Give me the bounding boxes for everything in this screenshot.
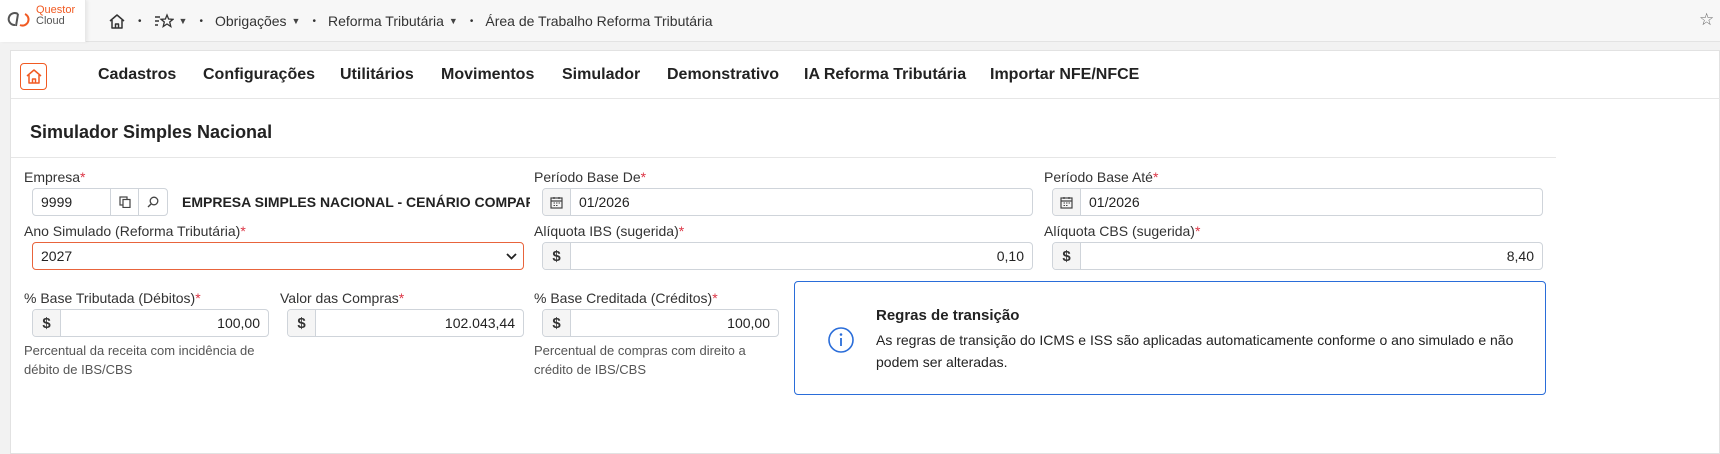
empresa-label: Empresa* xyxy=(24,169,86,185)
search-button[interactable] xyxy=(139,189,167,215)
breadcrumb-item-reforma[interactable]: Reforma Tributária ▼ xyxy=(328,13,458,29)
title-divider xyxy=(11,157,1556,158)
ano-simulado-select[interactable]: 2027 xyxy=(32,242,524,270)
currency-icon: $ xyxy=(543,310,571,336)
base-tributada-label: % Base Tributada (Débitos)* xyxy=(24,290,201,306)
calendar-icon[interactable] xyxy=(1053,189,1081,215)
breadcrumb-separator: • xyxy=(469,15,474,27)
base-creditada-field[interactable]: $ 100,00 xyxy=(542,309,779,337)
ano-simulado-value: 2027 xyxy=(41,248,73,264)
chevron-down-icon xyxy=(499,243,523,269)
periodo-ate-label: Período Base Até* xyxy=(1044,169,1159,185)
menu-item-movimentos[interactable]: Movimentos xyxy=(441,66,534,84)
top-bar: Questor Cloud • ▼ • Obrigações ▼ • Refor… xyxy=(0,0,1720,42)
info-icon xyxy=(828,327,854,353)
aliquota-ibs-input[interactable]: 0,10 xyxy=(571,243,1032,269)
breadcrumb-separator: • xyxy=(312,15,316,27)
valor-compras-field[interactable]: $ 102.043,44 xyxy=(287,309,524,337)
periodo-ate-input[interactable]: 01/2026 xyxy=(1081,189,1542,215)
logo-mark-icon xyxy=(7,12,30,27)
aliquota-cbs-input[interactable]: 8,40 xyxy=(1081,243,1542,269)
base-creditada-input[interactable]: 100,00 xyxy=(571,310,778,336)
copy-icon xyxy=(118,196,131,208)
home-icon xyxy=(109,13,125,29)
currency-icon: $ xyxy=(33,310,61,336)
copy-button[interactable] xyxy=(111,189,139,215)
aliquota-cbs-field[interactable]: $ 8,40 xyxy=(1052,242,1543,270)
menu-item-simulador[interactable]: Simulador xyxy=(562,66,640,84)
currency-icon: $ xyxy=(543,243,571,269)
menu-item-configuracoes[interactable]: Configurações xyxy=(203,66,315,84)
periodo-de-label: Período Base De* xyxy=(534,169,647,185)
home-icon xyxy=(26,69,41,84)
breadcrumb-separator: • xyxy=(199,15,203,27)
base-tributada-help: Percentual da receita com incidência de … xyxy=(24,343,255,377)
info-title: Regras de transição xyxy=(876,307,1020,324)
aliquota-cbs-label: Alíquota CBS (sugerida)* xyxy=(1044,223,1201,239)
base-creditada-label: % Base Creditada (Créditos)* xyxy=(534,290,718,306)
periodo-ate-field[interactable]: 01/2026 xyxy=(1052,188,1543,216)
breadcrumb: • ▼ • Obrigações ▼ • Reforma Tributária … xyxy=(108,0,713,42)
breadcrumb-label: Obrigações xyxy=(214,13,287,29)
favorite-star-icon[interactable]: ☆ xyxy=(1699,10,1714,30)
empresa-code-field: 9999 xyxy=(32,188,168,216)
questor-cloud-logo[interactable]: Questor Cloud xyxy=(0,0,86,42)
favorites-list-icon xyxy=(154,13,174,28)
menu-home-button[interactable] xyxy=(20,63,47,90)
transition-rules-info: Regras de transição As regras de transiç… xyxy=(794,281,1546,395)
logo-text-cloud: Cloud xyxy=(36,15,65,27)
aliquota-ibs-field[interactable]: $ 0,10 xyxy=(542,242,1033,270)
chevron-down-icon: ▼ xyxy=(178,16,188,26)
menu-item-cadastros[interactable]: Cadastros xyxy=(98,66,176,84)
periodo-de-field[interactable]: 01/2026 xyxy=(542,188,1033,216)
currency-icon: $ xyxy=(1053,243,1081,269)
empresa-name: EMPRESA SIMPLES NACIONAL - CENÁRIO COMPA… xyxy=(182,194,530,210)
aliquota-ibs-label: Alíquota IBS (sugerida)* xyxy=(534,223,685,239)
currency-icon: $ xyxy=(288,310,316,336)
empresa-code-input[interactable]: 9999 xyxy=(33,189,111,215)
valor-compras-label: Valor das Compras* xyxy=(280,290,405,306)
module-menu: Cadastros Configurações Utilitários Movi… xyxy=(11,51,1720,99)
chevron-down-icon: ▼ xyxy=(291,16,301,26)
page-title: Simulador Simples Nacional xyxy=(30,122,273,142)
breadcrumb-home[interactable] xyxy=(108,13,126,30)
calendar-icon[interactable] xyxy=(543,189,571,215)
base-tributada-input[interactable]: 100,00 xyxy=(61,310,268,336)
menu-item-importar-nfe[interactable]: Importar NFE/NFCE xyxy=(990,66,1139,84)
base-creditada-help: Percentual de compras com direito a créd… xyxy=(534,343,746,377)
breadcrumb-label: Reforma Tributária xyxy=(327,13,444,29)
periodo-de-input[interactable]: 01/2026 xyxy=(571,189,1032,215)
chevron-down-icon: ▼ xyxy=(448,16,458,26)
base-tributada-field[interactable]: $ 100,00 xyxy=(32,309,269,337)
valor-compras-input[interactable]: 102.043,44 xyxy=(316,310,523,336)
menu-item-utilitarios[interactable]: Utilitários xyxy=(340,66,414,84)
ano-simulado-label: Ano Simulado (Reforma Tributária)* xyxy=(24,223,246,239)
info-text: As regras de transição do ICMS e ISS são… xyxy=(876,332,1514,370)
menu-item-demonstrativo[interactable]: Demonstrativo xyxy=(667,66,779,84)
breadcrumb-item-area-trabalho: Área de Trabalho Reforma Tributária xyxy=(485,13,712,29)
search-icon xyxy=(147,196,159,208)
breadcrumb-favorites[interactable]: ▼ xyxy=(154,13,188,29)
menu-item-ia-reforma[interactable]: IA Reforma Tributária xyxy=(804,66,966,84)
breadcrumb-item-obrigacoes[interactable]: Obrigações ▼ xyxy=(215,13,301,29)
breadcrumb-separator: • xyxy=(138,15,142,27)
breadcrumb-label: Área de Trabalho Reforma Tributária xyxy=(485,13,713,29)
